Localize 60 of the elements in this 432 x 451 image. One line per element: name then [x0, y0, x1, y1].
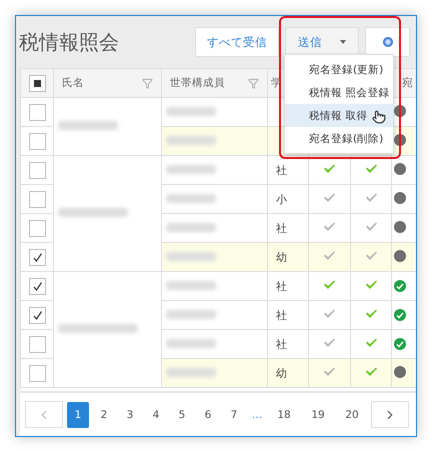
- type-label: 小: [276, 192, 287, 206]
- page-button[interactable]: 1: [67, 402, 89, 428]
- redacted-member: [166, 164, 216, 174]
- checkmark-icon: [32, 310, 42, 320]
- checkmark-icon: [32, 280, 42, 292]
- column-header: 宛: [402, 76, 413, 90]
- redacted-member: [166, 280, 216, 290]
- type-label: 社: [276, 308, 287, 322]
- redacted-member: [166, 368, 216, 376]
- filter-icon[interactable]: [142, 78, 153, 88]
- page-button[interactable]: 18: [269, 402, 299, 428]
- filter-icon[interactable]: [248, 78, 259, 88]
- menu-item[interactable]: 宛名登録(削除): [285, 127, 393, 150]
- page-title: 税情報照会: [19, 28, 120, 56]
- page-button[interactable]: 19: [303, 402, 333, 428]
- row-checkbox[interactable]: [28, 104, 46, 120]
- page-button[interactable]: 3: [119, 402, 141, 428]
- column-header: 世帯構成員: [170, 76, 225, 90]
- row-checkbox[interactable]: [28, 162, 46, 178]
- hand-cursor-icon: [372, 110, 386, 124]
- row-checkbox[interactable]: [28, 220, 46, 236]
- page-button[interactable]: 6: [197, 402, 219, 428]
- page-button[interactable]: 4: [145, 402, 167, 428]
- next-page-button[interactable]: [371, 401, 409, 428]
- menu-item[interactable]: 税情報 取得: [285, 104, 393, 127]
- row-checkbox[interactable]: [28, 132, 46, 150]
- redacted-member: [166, 106, 216, 116]
- type-label: 社: [276, 280, 287, 292]
- redacted-member: [166, 136, 216, 144]
- row-checkbox[interactable]: [28, 248, 46, 266]
- row-checkbox[interactable]: [28, 306, 46, 324]
- type-label: 社: [276, 222, 287, 234]
- page-button[interactable]: 7: [223, 402, 245, 428]
- previous-page-button[interactable]: [25, 401, 63, 428]
- redacted-member: [166, 194, 216, 202]
- row-checkbox[interactable]: [28, 190, 46, 208]
- redacted-name: [58, 208, 128, 217]
- redacted-member: [166, 222, 216, 232]
- page-gap-text: …: [250, 408, 264, 420]
- redacted-member: [166, 338, 216, 348]
- checkmark-icon: [32, 252, 42, 262]
- type-label: 幼: [276, 366, 287, 380]
- type-label: 社: [276, 338, 287, 350]
- receive-all-button[interactable]: すべて受信: [195, 27, 279, 57]
- send-dropdown-button[interactable]: 送信: [285, 27, 359, 57]
- row-checkbox[interactable]: [28, 278, 46, 294]
- select-all-checkbox[interactable]: [29, 74, 46, 92]
- redacted-member: [166, 310, 216, 318]
- redacted-name: [58, 121, 118, 130]
- menu-item[interactable]: 税情報 照会登録: [285, 81, 393, 104]
- page-button[interactable]: 5: [171, 402, 193, 428]
- row-checkbox[interactable]: [28, 336, 46, 352]
- redacted-member: [166, 252, 216, 260]
- menu-item[interactable]: 宛名登録(更新): [285, 58, 393, 81]
- page-button[interactable]: 20: [337, 402, 367, 428]
- type-label: 幼: [276, 250, 287, 264]
- page-button[interactable]: 2: [93, 402, 115, 428]
- column-header: 氏名: [62, 76, 84, 90]
- type-label: 社: [276, 164, 287, 176]
- row-checkbox[interactable]: [28, 364, 46, 382]
